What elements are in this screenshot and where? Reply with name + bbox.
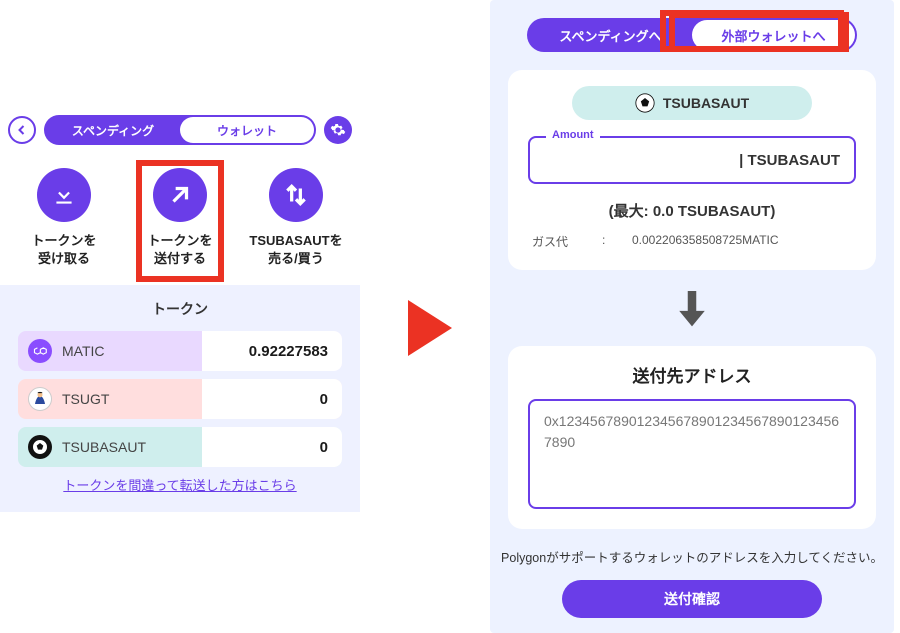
token-symbol: MATIC (62, 343, 105, 359)
arrow-up-right-icon (153, 168, 207, 222)
gas-value: 0.002206358508725MATIC (632, 233, 779, 250)
tokens-section: トークン MATIC 0.92227583 TSUGT 0 (0, 285, 360, 512)
token-balance: 0 (202, 427, 342, 467)
wallet-screen: スペンディング ウォレット トークンを 受け取る トークンを 送付する TSUB… (0, 108, 360, 521)
tab-to-spending[interactable]: スペンディングへ (529, 20, 692, 50)
amount-legend: Amount (546, 129, 600, 141)
action-label: トークンを 送付する (147, 232, 212, 267)
token-row-tsubasaut[interactable]: TSUBASAUT 0 (18, 427, 342, 467)
spending-wallet-toggle[interactable]: スペンディング ウォレット (44, 115, 316, 145)
download-icon (37, 168, 91, 222)
action-trade[interactable]: TSUBASAUTを 売る/買う (246, 168, 346, 267)
destination-toggle[interactable]: スペンディングへ 外部ウォレットへ (527, 18, 857, 52)
gas-label: ガス代 (532, 233, 602, 250)
soccer-ball-icon (28, 435, 52, 459)
token-balance: 0.92227583 (202, 331, 342, 371)
token-row-matic[interactable]: MATIC 0.92227583 (18, 331, 342, 371)
gas-line: ガス代 : 0.002206358508725MATIC (528, 233, 856, 250)
action-send[interactable]: トークンを 送付する (130, 168, 230, 267)
address-input[interactable]: 0x12345678901234567890123456789012345678… (528, 399, 856, 509)
selected-token-name: TSUBASAUT (663, 95, 749, 111)
gas-colon: : (602, 233, 632, 250)
amount-input[interactable]: Amount | TSUBASAUT (528, 136, 856, 184)
max-amount: (最大: 0.0 TSUBASAUT) (528, 200, 856, 221)
wrong-transfer-link[interactable]: トークンを間違って転送した方はこちら (18, 475, 342, 494)
selected-token-pill[interactable]: TSUBASAUT (572, 86, 812, 120)
amount-value: | TSUBASAUT (739, 152, 840, 169)
polygon-icon (28, 339, 52, 363)
token-symbol: TSUBASAUT (62, 439, 146, 455)
amount-card: TSUBASAUT Amount | TSUBASAUT (最大: 0.0 TS… (508, 70, 876, 270)
polygon-help-text: Polygonがサポートするウォレットのアドレスを入力してください。 (490, 547, 894, 566)
address-title: 送付先アドレス (528, 362, 856, 387)
confirm-send-button[interactable]: 送付確認 (562, 580, 822, 618)
action-label: TSUBASAUTを 売る/買う (249, 232, 342, 267)
actions-row: トークンを 受け取る トークンを 送付する TSUBASAUTを 売る/買う (0, 152, 360, 285)
send-destination-tabs: スペンディングへ 外部ウォレットへ (490, 0, 894, 52)
tokens-title: トークン (18, 299, 342, 319)
token-row-tsugt[interactable]: TSUGT 0 (18, 379, 342, 419)
soccer-ball-icon (635, 93, 655, 113)
settings-button[interactable] (324, 116, 352, 144)
flow-arrow-icon (408, 300, 452, 356)
token-balance: 0 (202, 379, 342, 419)
back-button[interactable] (8, 116, 36, 144)
token-symbol: TSUGT (62, 391, 109, 407)
tsugt-icon (28, 387, 52, 411)
tab-to-external[interactable]: 外部ウォレットへ (692, 20, 855, 50)
tab-spending[interactable]: スペンディング (46, 117, 180, 143)
topbar: スペンディング ウォレット (0, 108, 360, 152)
swap-icon (269, 168, 323, 222)
arrow-down-icon (490, 288, 894, 328)
send-token-screen: スペンディングへ 外部ウォレットへ TSUBASAUT Amount | TSU… (490, 0, 894, 633)
address-card: 送付先アドレス 0x123456789012345678901234567890… (508, 346, 876, 529)
action-label: トークンを 受け取る (31, 232, 96, 267)
action-receive[interactable]: トークンを 受け取る (14, 168, 114, 267)
tab-wallet[interactable]: ウォレット (180, 117, 314, 143)
